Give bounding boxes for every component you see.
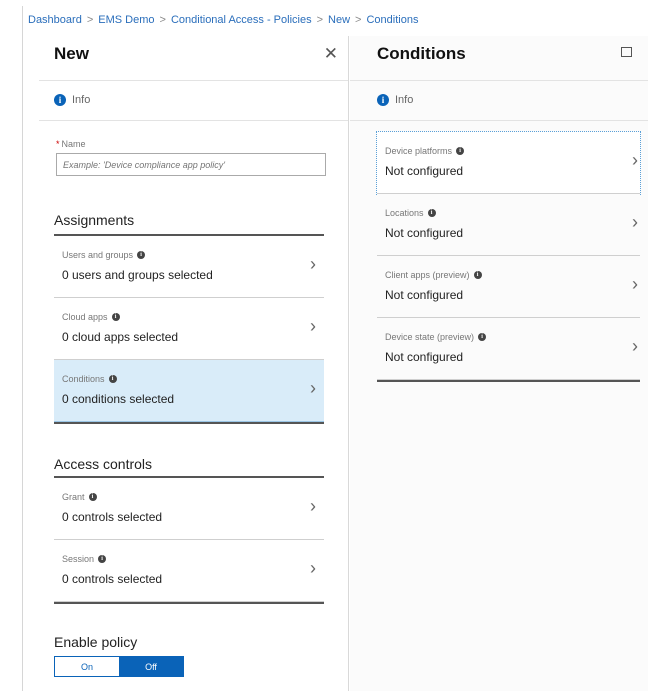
item-value: Not configured — [385, 164, 464, 178]
item-label: Client apps (preview) — [385, 270, 470, 280]
info-link[interactable]: i Info — [54, 94, 90, 106]
breadcrumb-separator: > — [355, 14, 362, 26]
item-label: Conditions — [62, 374, 105, 384]
item-label: Grant — [62, 492, 85, 502]
item-value: 0 controls selected — [62, 510, 163, 524]
new-policy-blade: New ✕ i Info *Name Assignments Users and… — [39, 36, 349, 691]
device-platforms-item[interactable]: Device platforms i Not configured › — [376, 131, 641, 195]
item-value: 0 users and groups selected — [62, 268, 213, 282]
chevron-right-icon: › — [310, 378, 316, 398]
breadcrumb-separator: > — [316, 14, 324, 26]
locations-item[interactable]: Locations i Not configured › — [377, 194, 640, 256]
device-state-item[interactable]: Device state (preview) i Not configured › — [377, 318, 640, 380]
item-label: Users and groups — [62, 250, 134, 260]
close-icon[interactable]: ✕ — [324, 44, 338, 64]
chevron-right-icon: › — [632, 274, 638, 294]
breadcrumb-conditional-access[interactable]: Conditional Access - Policies — [171, 14, 312, 26]
breadcrumb-dashboard[interactable]: Dashboard — [28, 14, 82, 26]
section-rule — [54, 422, 324, 424]
section-rule — [377, 380, 640, 382]
item-label: Device state (preview) — [385, 332, 475, 342]
divider — [350, 120, 648, 121]
session-item[interactable]: Session i 0 controls selected › — [54, 540, 324, 602]
breadcrumb-ems-demo[interactable]: EMS Demo — [98, 14, 154, 26]
blade-title: New — [54, 44, 89, 63]
item-value: Not configured — [385, 288, 464, 302]
info-icon[interactable]: i — [137, 251, 146, 259]
cloud-apps-item[interactable]: Cloud apps i 0 cloud apps selected › — [54, 298, 324, 360]
toggle-off-option[interactable]: Off — [119, 657, 183, 676]
chevron-right-icon: › — [632, 212, 638, 232]
info-icon[interactable]: i — [473, 271, 482, 279]
chevron-right-icon: › — [310, 316, 316, 336]
info-icon[interactable]: i — [456, 147, 465, 155]
chevron-right-icon: › — [310, 558, 316, 578]
chevron-right-icon: › — [632, 336, 638, 356]
conditions-item[interactable]: Conditions i 0 conditions selected › — [54, 360, 324, 422]
conditions-blade: Conditions i Info Device platforms i Not … — [350, 36, 648, 691]
item-value: Not configured — [385, 350, 464, 364]
maximize-icon[interactable] — [621, 47, 632, 57]
info-label: Info — [395, 94, 414, 106]
divider — [39, 80, 348, 81]
chevron-right-icon: › — [310, 496, 316, 516]
info-icon: i — [377, 94, 389, 106]
users-and-groups-item[interactable]: Users and groups i 0 users and groups sel… — [54, 236, 324, 298]
info-icon[interactable]: i — [427, 209, 436, 217]
info-icon: i — [54, 94, 66, 106]
item-label: Device platforms — [385, 146, 453, 156]
item-value: Not configured — [385, 226, 464, 240]
info-label: Info — [72, 94, 91, 106]
info-icon[interactable]: i — [478, 333, 487, 341]
enable-policy-toggle[interactable]: On Off — [54, 656, 184, 677]
breadcrumb: Dashboard > EMS Demo > Conditional Access … — [28, 10, 418, 30]
name-label: * Name — [56, 139, 86, 149]
item-label: Session — [62, 554, 95, 564]
enable-policy-heading: Enable policy — [54, 634, 138, 650]
assignments-heading: Assignments — [54, 212, 135, 228]
breadcrumb-conditions[interactable]: Conditions — [366, 14, 418, 26]
access-controls-heading: Access controls — [54, 456, 153, 472]
required-asterisk: * — [56, 139, 60, 149]
chevron-right-icon: › — [632, 150, 638, 170]
blade-title: Conditions — [377, 44, 466, 63]
chevron-right-icon: › — [310, 254, 316, 274]
section-rule — [54, 602, 324, 604]
item-value: 0 controls selected — [62, 572, 163, 586]
breadcrumb-new[interactable]: New — [328, 14, 350, 26]
grant-item[interactable]: Grant i 0 controls selected › — [54, 478, 324, 540]
policy-name-input[interactable] — [56, 153, 326, 176]
info-icon[interactable]: i — [88, 493, 97, 501]
item-label: Cloud apps — [62, 312, 108, 322]
breadcrumb-separator: > — [86, 14, 94, 26]
divider — [39, 120, 348, 121]
divider — [350, 80, 648, 81]
item-value: 0 conditions selected — [62, 392, 175, 406]
item-value: 0 cloud apps selected — [62, 330, 179, 344]
info-icon[interactable]: i — [98, 555, 107, 563]
info-link[interactable]: i Info — [377, 94, 413, 106]
client-apps-item[interactable]: Client apps (preview) i Not configured › — [377, 256, 640, 318]
item-label: Locations — [385, 208, 424, 218]
info-icon[interactable]: i — [108, 375, 117, 383]
info-icon[interactable]: i — [111, 313, 120, 321]
toggle-on-option[interactable]: On — [55, 657, 119, 676]
breadcrumb-separator: > — [159, 14, 166, 26]
